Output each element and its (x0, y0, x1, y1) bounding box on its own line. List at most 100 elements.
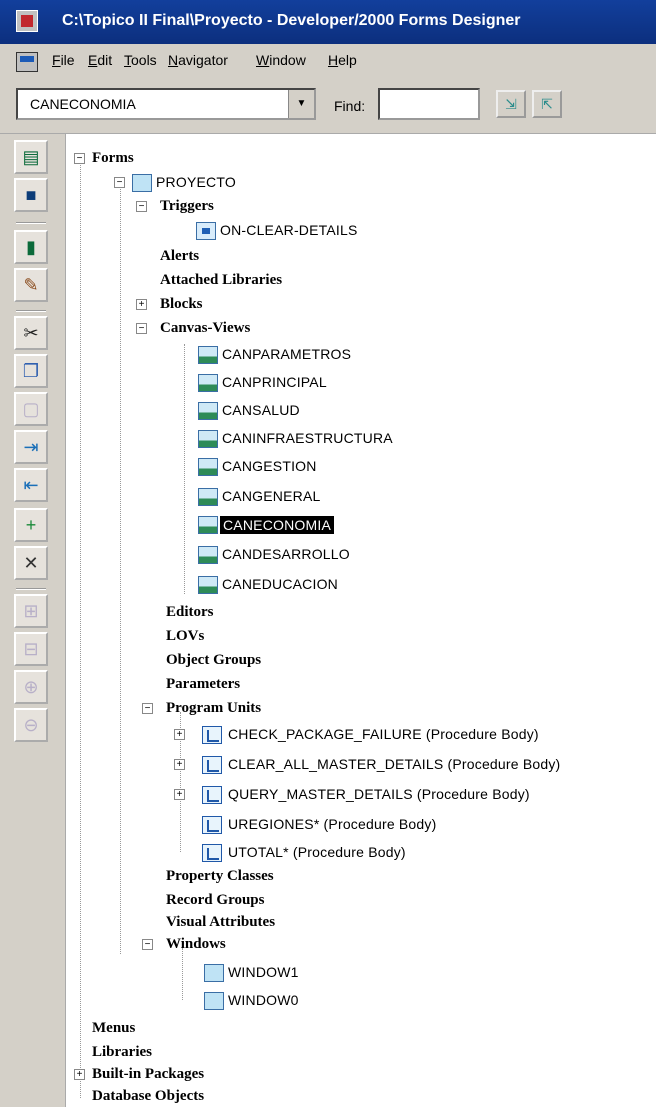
find-next-icon[interactable]: ⇲ (496, 90, 526, 118)
canvas-icon (198, 458, 218, 476)
node-label-selected: CANECONOMIA (220, 516, 334, 534)
node-label: ON-CLEAR-DETAILS (220, 222, 358, 238)
collapse-all-icon[interactable]: ⊟ (14, 632, 48, 666)
expand-branch-icon[interactable]: ⊕ (14, 670, 48, 704)
canvas-icon (198, 374, 218, 392)
find-prev-icon[interactable]: ⇱ (532, 90, 562, 118)
trigger-icon (196, 222, 216, 240)
save-icon[interactable]: ■ (14, 178, 48, 212)
node-label: CANSALUD (222, 402, 300, 418)
tree-line (120, 184, 121, 954)
menu-edit[interactable]: Edit (88, 52, 112, 68)
paste-icon[interactable]: ▢ (14, 392, 48, 426)
document-menu-icon[interactable] (16, 52, 38, 72)
expand-toggle[interactable]: + (174, 789, 185, 800)
expand-icon[interactable]: ⇥ (14, 430, 48, 464)
node-label: Windows (166, 936, 226, 952)
node-label: Property Classes (166, 868, 274, 884)
create-icon[interactable]: + (14, 508, 48, 542)
node-label: CHECK_PACKAGE_FAILURE (Procedure Body) (228, 726, 539, 742)
copy-icon[interactable]: ❐ (14, 354, 48, 388)
menu-tools[interactable]: Tools (124, 52, 157, 68)
node-label: CANGESTION (222, 458, 317, 474)
menu-navigator[interactable]: Navigator (168, 52, 228, 68)
vertical-toolbar: ▤ ■ ▮ ✎ ✂ ❐ ▢ ⇥ ⇤ + ✕ ⊞ ⊟ ⊕ ⊖ (0, 134, 66, 1107)
canvas-icon (198, 546, 218, 564)
node-label: Visual Attributes (166, 914, 276, 930)
node-label: LOVs (166, 628, 205, 644)
node-label: UREGIONES* (Procedure Body) (228, 816, 437, 832)
node-label: CANDESARROLLO (222, 546, 350, 562)
menu-bar: File Edit Tools Navigator Window Help (0, 44, 656, 78)
expand-toggle[interactable]: + (174, 759, 185, 770)
system-menu-icon[interactable] (16, 10, 38, 32)
canvas-icon (198, 576, 218, 594)
title-bar: C:\Topico II Final\Proyecto - Developer/… (0, 0, 656, 44)
collapse-toggle[interactable]: − (142, 703, 153, 714)
expand-toggle[interactable]: + (136, 299, 147, 310)
expand-toggle[interactable]: + (174, 729, 185, 740)
menu-help[interactable]: Help (328, 52, 357, 68)
window-title: C:\Topico II Final\Proyecto - Developer/… (62, 12, 521, 29)
node-label: CANGENERAL (222, 488, 321, 504)
procedure-icon (202, 726, 222, 744)
node-label: PROYECTO (156, 174, 236, 190)
node-label: CANEDUCACION (222, 576, 338, 592)
menu-window[interactable]: Window (256, 52, 306, 68)
menu-file[interactable]: File (52, 52, 75, 68)
run-icon[interactable]: ▮ (14, 230, 48, 264)
node-label: QUERY_MASTER_DETAILS (Procedure Body) (228, 786, 530, 802)
expand-all-icon[interactable]: ⊞ (14, 594, 48, 628)
procedure-icon (202, 756, 222, 774)
node-label: Object Groups (166, 652, 262, 668)
collapse-toggle[interactable]: − (142, 939, 153, 950)
find-input[interactable] (378, 88, 480, 120)
debug-icon[interactable]: ✎ (14, 268, 48, 302)
node-label: UTOTAL* (Procedure Body) (228, 844, 406, 860)
collapse-toggle[interactable]: − (136, 323, 147, 334)
procedure-icon (202, 816, 222, 834)
cut-icon[interactable]: ✂ (14, 316, 48, 350)
combo-value: CANECONOMIA (30, 96, 136, 112)
node-label: Triggers (160, 198, 214, 214)
node-label: WINDOW1 (228, 964, 299, 980)
tree-line (184, 344, 185, 594)
collapse-toggle[interactable]: − (74, 153, 85, 164)
node-label: Program Units (166, 700, 262, 716)
node-label: CANPRINCIPAL (222, 374, 327, 390)
toolbar-separator (16, 310, 46, 312)
node-label: Parameters (166, 676, 241, 692)
open-icon[interactable]: ▤ (14, 140, 48, 174)
canvas-icon (198, 346, 218, 364)
node-label: Built-in Packages (92, 1066, 205, 1082)
node-label: Blocks (160, 296, 203, 312)
collapse-icon[interactable]: ⇤ (14, 468, 48, 502)
navigator-toolbar: CANECONOMIA ▼ Find: ⇲ ⇱ (0, 78, 656, 134)
collapse-toggle[interactable]: − (114, 177, 125, 188)
object-combo[interactable]: CANECONOMIA ▼ (16, 88, 316, 120)
window-icon (204, 992, 224, 1010)
collapse-branch-icon[interactable]: ⊖ (14, 708, 48, 742)
canvas-icon (198, 516, 218, 534)
node-label: Forms (92, 150, 134, 166)
expand-toggle[interactable]: + (74, 1069, 85, 1080)
node-label: Libraries (92, 1044, 152, 1060)
procedure-icon (202, 844, 222, 862)
node-label: Canvas-Views (160, 320, 251, 336)
canvas-icon (198, 402, 218, 420)
window-icon (204, 964, 224, 982)
node-label: Alerts (160, 248, 200, 264)
canvas-icon (198, 430, 218, 448)
toolbar-separator (16, 588, 46, 590)
node-label: CLEAR_ALL_MASTER_DETAILS (Procedure Body… (228, 756, 561, 772)
node-label: Editors (166, 604, 214, 620)
forms-designer-window: C:\Topico II Final\Proyecto - Developer/… (0, 0, 656, 1107)
node-label: Record Groups (166, 892, 265, 908)
collapse-toggle[interactable]: − (136, 201, 147, 212)
dropdown-arrow-icon[interactable]: ▼ (288, 90, 314, 118)
node-label: WINDOW0 (228, 992, 299, 1008)
delete-icon[interactable]: ✕ (14, 546, 48, 580)
toolbar-separator (16, 222, 46, 224)
node-label: Attached Libraries (160, 272, 283, 288)
tree-line (80, 158, 81, 1098)
